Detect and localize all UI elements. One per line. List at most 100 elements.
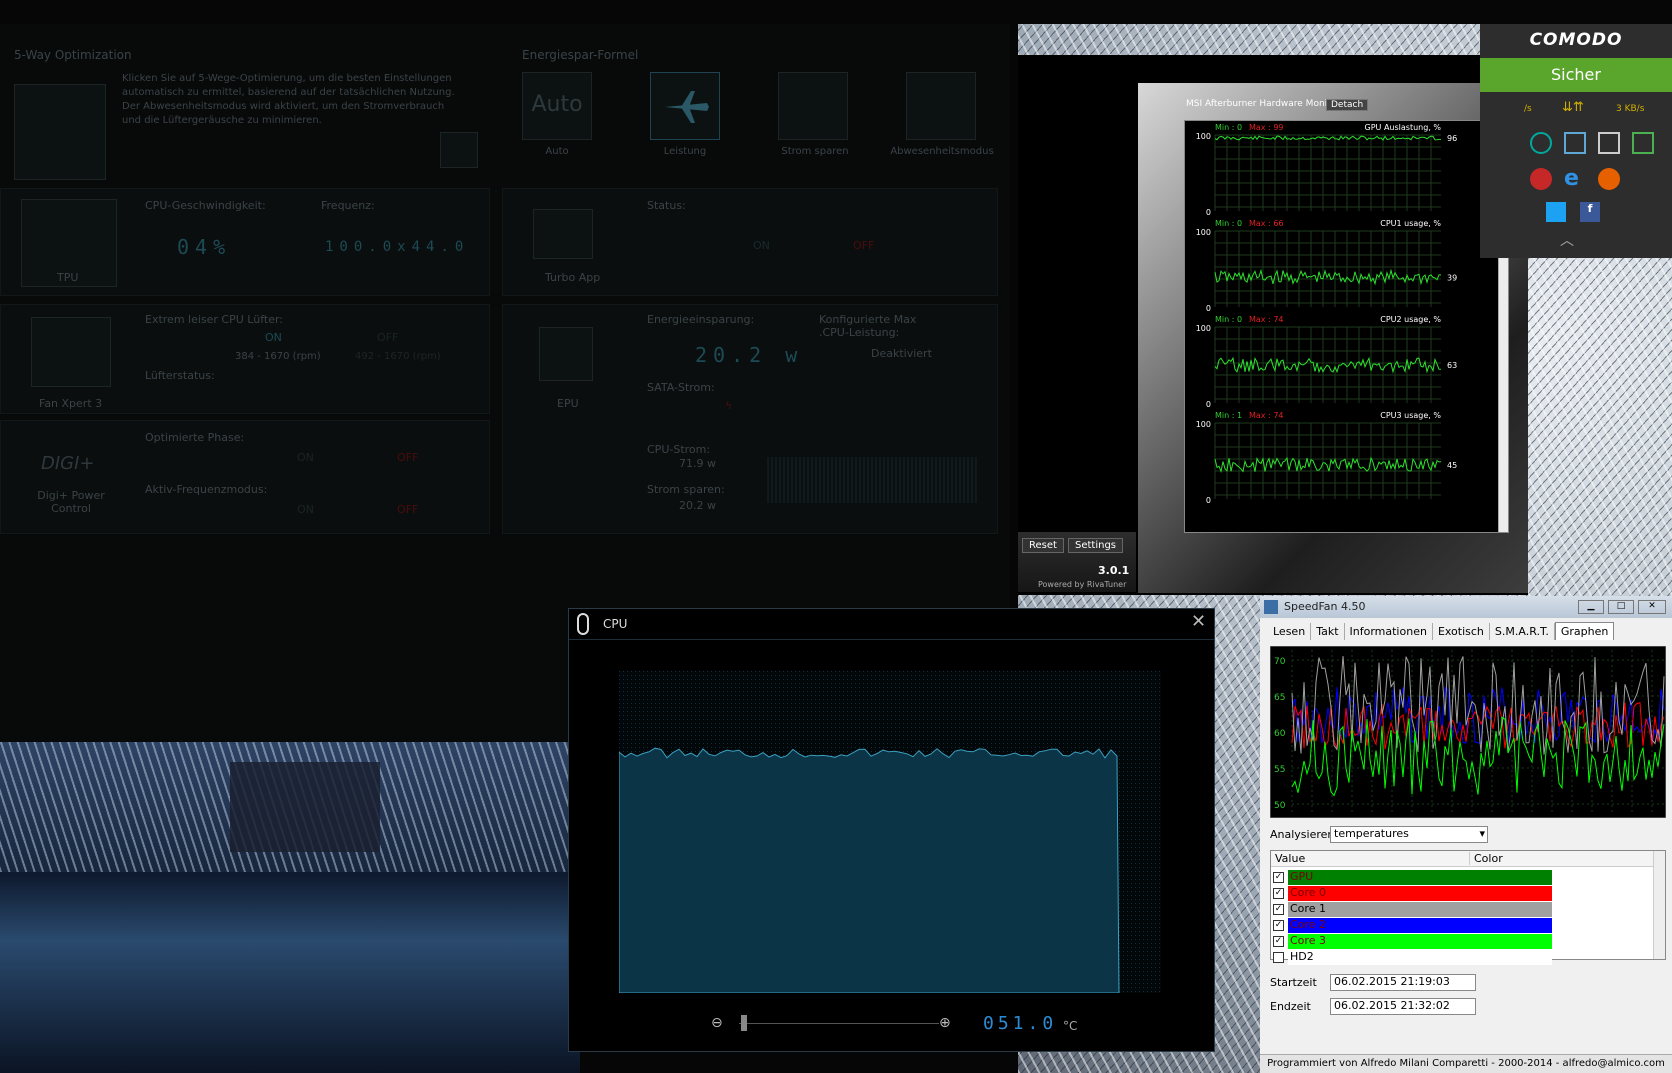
max-power-value: Deaktiviert bbox=[871, 347, 932, 360]
sata-power-label: SATA-Strom: bbox=[647, 381, 715, 394]
speedfan-titlebar: SpeedFan 4.50 ▁ □ ✕ bbox=[1260, 596, 1672, 618]
camera-icon[interactable] bbox=[1598, 132, 1620, 154]
sensor-row[interactable]: HD2 bbox=[1271, 949, 1651, 965]
tab-smart[interactable]: S.M.A.R.T. bbox=[1490, 623, 1555, 640]
sensor-checkbox[interactable] bbox=[1273, 951, 1284, 963]
graph-ymin-0: 0 bbox=[1206, 208, 1211, 217]
sensor-name: Core 0 bbox=[1288, 885, 1552, 901]
freq-on-toggle[interactable]: ON bbox=[297, 503, 314, 516]
dragon-browser-icon[interactable] bbox=[1530, 168, 1552, 190]
sensor-name: GPU bbox=[1288, 869, 1552, 885]
sensor-list: Value Color ✓ GPU ✓ Core 0 ✓ Core 1 ✓ Core 2 ✓ Co… bbox=[1270, 850, 1666, 965]
monitor-icon[interactable] bbox=[1632, 132, 1654, 154]
speedfan-title: SpeedFan 4.50 bbox=[1284, 600, 1366, 613]
tab-informationen[interactable]: Informationen bbox=[1345, 623, 1433, 640]
msi-powered: Powered by RivaTuner bbox=[1038, 580, 1127, 589]
tab-lesen[interactable]: Lesen bbox=[1268, 623, 1312, 640]
sensor-row[interactable]: ✓ Core 1 bbox=[1271, 901, 1651, 917]
column-color[interactable]: Color bbox=[1469, 852, 1503, 865]
sensor-row[interactable]: ✓ Core 2 bbox=[1271, 917, 1651, 933]
reset-button[interactable]: Reset bbox=[1022, 538, 1064, 553]
close-icon[interactable]: ✕ bbox=[1191, 611, 1206, 632]
quiet-fan-on-toggle[interactable]: ON bbox=[265, 331, 282, 344]
start-time-field[interactable]: 06.02.2015 21:19:03 bbox=[1330, 974, 1476, 991]
analyze-select[interactable]: temperatures ▾ bbox=[1330, 826, 1488, 843]
zoom-slider-handle[interactable] bbox=[741, 1015, 747, 1031]
graph-ymin-2: 0 bbox=[1206, 400, 1211, 409]
walking-person-icon[interactable] bbox=[778, 72, 848, 140]
start-time-label: Startzeit bbox=[1270, 976, 1317, 989]
sensor-list-scrollbar[interactable] bbox=[1653, 851, 1665, 959]
tab-graphen[interactable]: Graphen bbox=[1554, 622, 1615, 640]
strom-sparen-label: Strom sparen: bbox=[647, 483, 725, 496]
quiet-fan-label: Extrem leiser CPU Lüfter: bbox=[145, 313, 283, 326]
turbo-app-icon[interactable] bbox=[533, 209, 593, 259]
cpu-speed-value: 04% bbox=[177, 235, 232, 259]
zoom-in-icon[interactable]: ⊕ bbox=[939, 1015, 951, 1031]
zoom-out-icon[interactable]: ⊖ bbox=[711, 1015, 723, 1031]
sensor-checkbox[interactable]: ✓ bbox=[1273, 871, 1284, 883]
sensor-name: Core 2 bbox=[1288, 917, 1552, 933]
end-time-field[interactable]: 06.02.2015 21:32:02 bbox=[1330, 998, 1476, 1015]
end-time-label: Endzeit bbox=[1270, 1000, 1311, 1013]
turbo-off-toggle[interactable]: OFF bbox=[853, 239, 874, 252]
refresh-icon[interactable] bbox=[1530, 132, 1552, 154]
detach-button[interactable]: Detach bbox=[1326, 99, 1369, 111]
max-power-label: Konfigurierte Max .CPU-Leistung: bbox=[819, 313, 917, 339]
thermometer-icon bbox=[577, 613, 589, 635]
phase-off-toggle[interactable]: OFF bbox=[397, 451, 418, 464]
sensor-row[interactable]: ✓ Core 3 bbox=[1271, 933, 1651, 949]
comodo-status[interactable]: Sicher bbox=[1480, 58, 1672, 92]
active-freq-label: Aktiv-Frequenzmodus: bbox=[145, 483, 268, 496]
maximize-button[interactable]: □ bbox=[1608, 600, 1634, 614]
quiet-fan-off-toggle[interactable]: OFF bbox=[377, 331, 398, 344]
minimize-button[interactable]: ▁ bbox=[1578, 600, 1604, 614]
freq-off-toggle[interactable]: OFF bbox=[397, 503, 418, 516]
document-icon[interactable] bbox=[440, 132, 478, 168]
digi-power-panel: DIGI+ Digi+ Power Control Optimierte Pha… bbox=[0, 420, 490, 534]
graph-grid-0 bbox=[1214, 134, 1441, 211]
phase-on-toggle[interactable]: ON bbox=[297, 451, 314, 464]
leaf-icon[interactable] bbox=[539, 327, 593, 381]
comodo-widget: COMODO Sicher /s ⇊⇈ 3 KB/s e f ︿ bbox=[1480, 24, 1672, 258]
graph-ymin-3: 0 bbox=[1206, 496, 1211, 505]
sensor-checkbox[interactable]: ✓ bbox=[1273, 887, 1284, 899]
cpu-temp-graph bbox=[619, 671, 1161, 993]
graph-value-1: 39 bbox=[1447, 273, 1457, 282]
fan-xpert-panel: Fan Xpert 3 Extrem leiser CPU Lüfter: ON… bbox=[0, 304, 490, 414]
tab-exotisch[interactable]: Exotisch bbox=[1433, 623, 1490, 640]
settings-button[interactable]: Settings bbox=[1068, 538, 1124, 553]
away-mode-icon[interactable] bbox=[906, 72, 976, 140]
cpu-power-label: CPU-Strom: bbox=[647, 443, 711, 456]
graph-ymin-1: 0 bbox=[1206, 304, 1211, 313]
column-value[interactable]: Value bbox=[1275, 852, 1305, 865]
turbo-on-toggle[interactable]: ON bbox=[753, 239, 770, 252]
power-bar bbox=[767, 457, 977, 503]
airplane-icon[interactable] bbox=[650, 72, 720, 140]
sensor-checkbox[interactable]: ✓ bbox=[1273, 919, 1284, 931]
layout-icon[interactable] bbox=[1564, 132, 1586, 154]
epu-panel: EPU Energieeinsparung: 20.2 w Konfigurie… bbox=[502, 304, 998, 534]
tab-takt[interactable]: Takt bbox=[1311, 623, 1345, 640]
zoom-slider-track[interactable] bbox=[739, 1023, 939, 1024]
close-button[interactable]: ✕ bbox=[1638, 600, 1666, 614]
graph-grid-1 bbox=[1214, 230, 1441, 307]
sensor-row[interactable]: ✓ Core 0 bbox=[1271, 885, 1651, 901]
fan-status-label: Lüfterstatus: bbox=[145, 369, 215, 382]
sensor-checkbox[interactable]: ✓ bbox=[1273, 903, 1284, 915]
speedometer-icon[interactable] bbox=[14, 84, 106, 180]
auto-mode-button[interactable]: Auto bbox=[522, 72, 592, 140]
msi-footer: Reset Settings 3.0.1 Powered by RivaTune… bbox=[1018, 532, 1136, 592]
sensor-checkbox[interactable]: ✓ bbox=[1273, 935, 1284, 947]
internet-explorer-icon[interactable]: e bbox=[1564, 166, 1579, 191]
frequency-value: 100.0x44.0 bbox=[325, 239, 470, 255]
graph-ymax-2: 100 bbox=[1196, 324, 1211, 333]
firefox-icon[interactable] bbox=[1598, 168, 1620, 190]
fan-icon[interactable] bbox=[31, 317, 111, 387]
cpu-temperature-window: CPU ✕ ⊖ ⊕ 051.0 °C bbox=[568, 608, 1215, 1052]
sensor-row[interactable]: ✓ GPU bbox=[1271, 869, 1651, 885]
hardware-monitor-graph: Min : 0 Max : 99 GPU Auslastung, % 100 0 96 Mi… bbox=[1184, 120, 1509, 533]
twitter-icon[interactable] bbox=[1546, 202, 1566, 222]
facebook-icon[interactable]: f bbox=[1580, 202, 1600, 222]
collapse-chevron-icon[interactable]: ︿ bbox=[1560, 230, 1574, 250]
